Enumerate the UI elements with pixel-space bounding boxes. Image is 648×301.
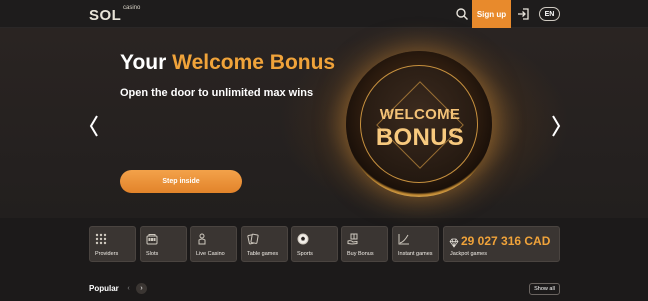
welcome-bonus-coin-image: WELCOME BONUS — [346, 51, 492, 197]
category-label: Providers — [95, 251, 119, 257]
category-label: Buy Bonus — [347, 251, 374, 257]
category-providers[interactable]: Providers — [89, 226, 136, 262]
hero-title-prefix: Your — [120, 51, 173, 74]
soccer-ball-icon — [297, 232, 309, 245]
category-label: Instant games — [398, 251, 433, 257]
jackpot-games-tile[interactable]: 29 027 316 CAD Jackpot games — [443, 226, 560, 262]
slot-machine-icon — [146, 232, 158, 245]
chart-line-icon — [398, 232, 410, 245]
category-live-casino[interactable]: Live Casino — [190, 226, 237, 262]
dealer-icon — [196, 232, 208, 245]
search-icon[interactable] — [455, 7, 469, 21]
category-label: Sports — [297, 251, 313, 257]
diamond-icon — [449, 235, 459, 248]
show-all-button[interactable]: Show all — [529, 283, 560, 295]
hero-title-accent: Welcome Bonus — [172, 51, 336, 74]
coin-text-bonus: BONUS — [375, 124, 465, 151]
grid-dots-icon — [95, 232, 107, 245]
gift-hand-icon — [347, 232, 359, 245]
category-label: Slots — [146, 251, 159, 257]
category-tiles: Providers Slots Live Casino Table games … — [89, 226, 561, 262]
category-table-games[interactable]: Table games — [241, 226, 288, 262]
hero-subtitle: Open the door to unlimited max wins — [120, 87, 314, 99]
popular-section-title: Popular — [89, 284, 119, 293]
category-label: Live Casino — [196, 251, 225, 257]
category-slots[interactable]: Slots — [140, 226, 187, 262]
coin-text-welcome: WELCOME — [379, 106, 461, 123]
cards-icon — [247, 232, 259, 245]
top-header: SOL casino Sign up EN — [0, 0, 648, 28]
jackpot-label: Jackpot games — [450, 251, 487, 257]
carousel-prev-arrow-icon[interactable] — [88, 114, 100, 138]
jackpot-amount: 29 027 316 CAD — [461, 234, 551, 248]
login-icon[interactable] — [516, 7, 530, 21]
logo-mark: SOL — [89, 7, 122, 24]
language-selector[interactable]: EN — [539, 7, 560, 21]
logo-subtitle: casino — [123, 5, 141, 11]
sign-up-button[interactable]: Sign up — [472, 0, 511, 28]
category-label: Table games — [247, 251, 279, 257]
hero-title: Your Welcome Bonus — [120, 51, 335, 75]
hero-banner: Your Welcome Bonus Open the door to unli… — [0, 28, 648, 218]
carousel-next-arrow-icon[interactable] — [550, 114, 562, 138]
popular-next-button[interactable]: › — [136, 283, 147, 294]
category-instant-games[interactable]: Instant games — [392, 226, 439, 262]
popular-prev-button[interactable]: ‹ — [123, 283, 134, 294]
step-inside-button[interactable]: Step inside — [120, 170, 242, 193]
category-sports[interactable]: Sports — [291, 226, 338, 262]
category-buy-bonus[interactable]: Buy Bonus — [341, 226, 388, 262]
coin-face: WELCOME BONUS — [360, 65, 478, 183]
